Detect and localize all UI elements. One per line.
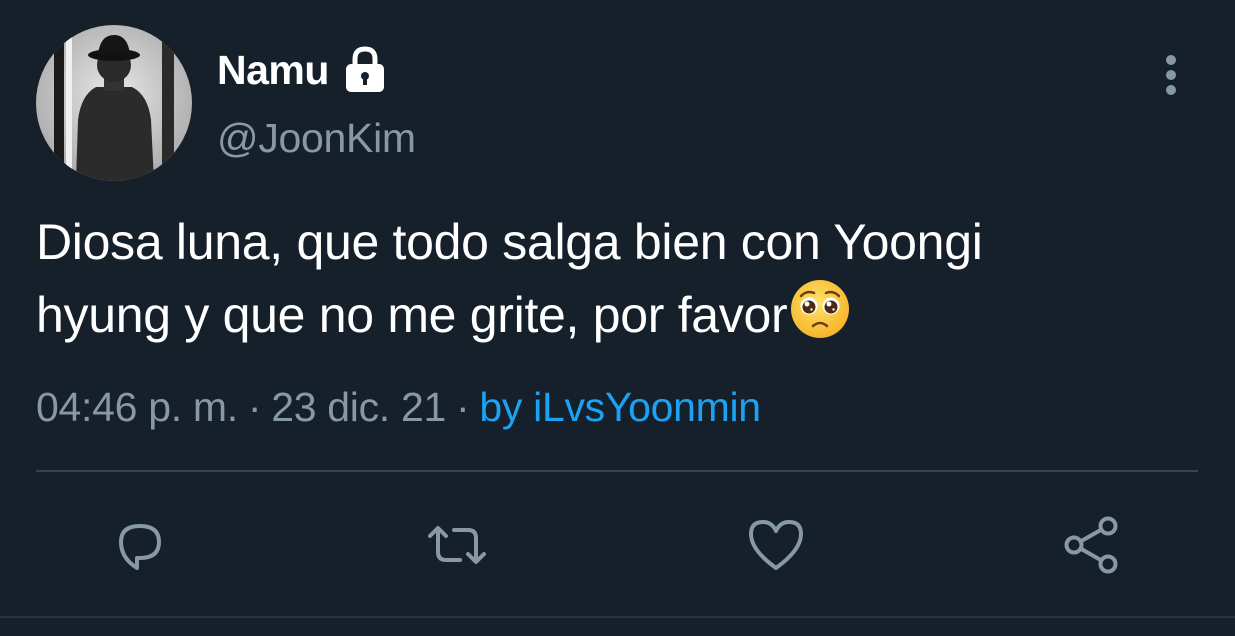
tweet-detail: Namu @JoonKim Diosa luna, que todo salga… [0,0,1235,636]
pleading-face-emoji [789,278,851,340]
tweet-text-line: hyung y que no me grite, por favor [36,278,1206,351]
share-icon [1064,516,1118,574]
tweet-source-link[interactable]: by iLvsYoonmin [479,384,761,430]
heart-icon [749,520,803,570]
more-vertical-icon[interactable] [1152,52,1190,100]
tweet-text: Diosa luna, que todo salga bien con Yoon… [36,206,1206,351]
meta-separator: · [455,384,470,430]
tweet-date: 23 dic. 21 [271,384,446,430]
bottom-divider [0,616,1235,618]
display-name-row[interactable]: Namu [217,42,389,98]
avatar[interactable] [36,25,192,181]
tweet-time: 04:46 p. m. [36,384,238,430]
retweet-icon [428,526,486,564]
retweet-button[interactable] [424,512,490,578]
tweet-meta: 04:46 p. m. · 23 dic. 21 · by iLvsYoonmin [36,384,761,431]
reply-button[interactable] [107,512,173,578]
lock-icon [341,45,389,95]
user-handle[interactable]: @JoonKim [217,115,416,162]
share-button[interactable] [1058,512,1124,578]
reply-icon [119,524,161,570]
divider [36,470,1198,472]
tweet-text-line-2: hyung y que no me grite, por favor [36,287,788,343]
meta-separator: · [247,384,262,430]
tweet-text-line: Diosa luna, que todo salga bien con Yoon… [36,214,983,270]
avatar-image [36,25,192,181]
like-button[interactable] [743,512,809,578]
display-name[interactable]: Namu [217,47,329,94]
